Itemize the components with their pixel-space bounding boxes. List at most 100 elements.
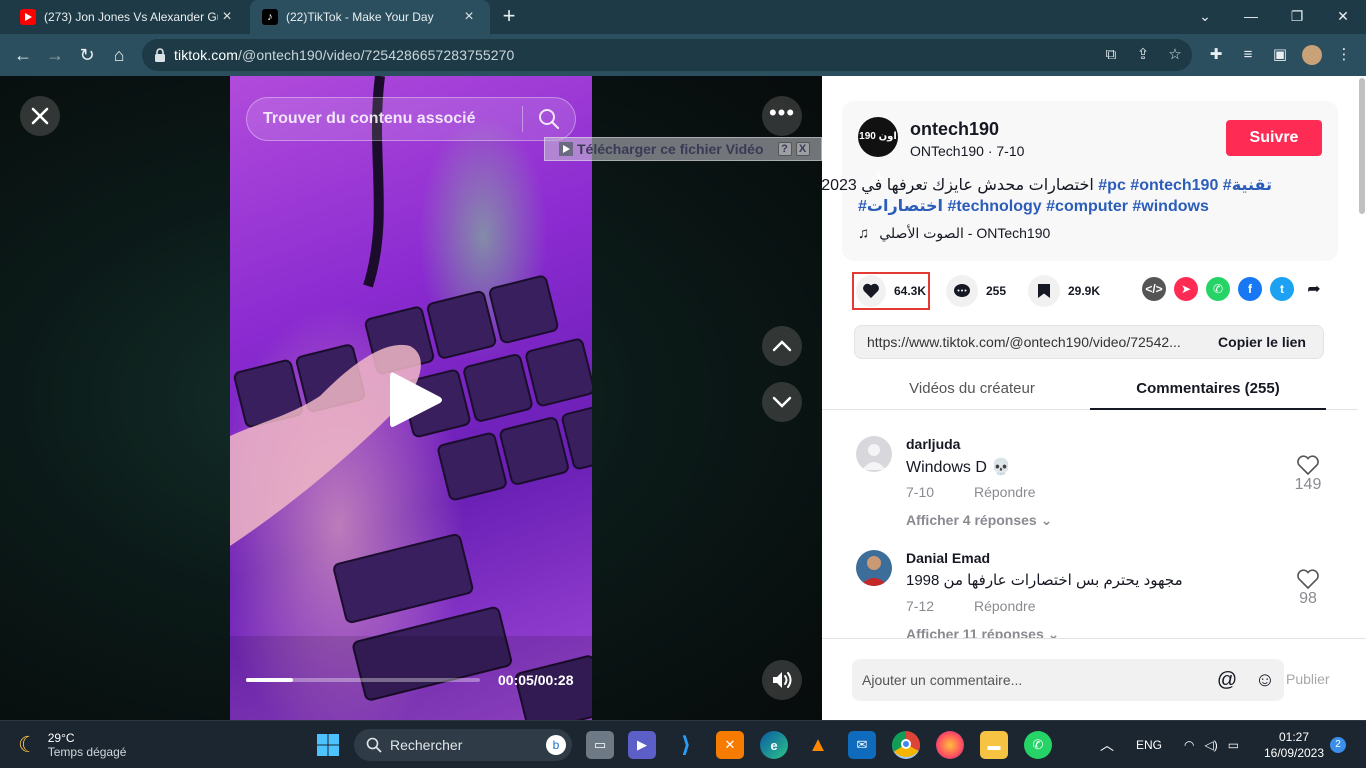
next-video-button[interactable] [762, 382, 802, 422]
vscode-icon[interactable]: ⟩ [672, 731, 700, 759]
menu-kebab-icon[interactable]: ⋮ [1334, 45, 1354, 65]
reload-button[interactable]: ↻ [74, 42, 100, 68]
profile-avatar[interactable] [1302, 45, 1322, 65]
task-view-icon[interactable]: ▭ [586, 731, 614, 759]
mention-icon[interactable]: @ [1208, 659, 1246, 701]
panel-tabs: Vidéos du créateur Commentaires (255) [822, 372, 1358, 410]
hashtag-link[interactable]: #computer [1046, 198, 1128, 215]
creator-avatar[interactable]: اون 190 تك [858, 117, 898, 182]
mail-icon[interactable]: ✉ [848, 731, 876, 759]
close-video-button[interactable] [20, 96, 60, 136]
hashtag-link[interactable]: #technology [947, 198, 1041, 215]
music-link[interactable]: ♫ الصوت الأصلي - ONTech190 [858, 225, 1050, 242]
youtube-icon [20, 9, 36, 25]
address-bar[interactable]: tiktok.com/@ontech190/video/725428665728… [142, 39, 1192, 71]
forward-button[interactable]: → [42, 42, 68, 68]
side-panel-icon[interactable]: ▣ [1270, 45, 1290, 65]
related-content-search[interactable]: Trouver du contenu associé [246, 97, 576, 141]
close-window-button[interactable]: ✕ [1328, 4, 1358, 28]
commenter-avatar[interactable] [856, 436, 892, 472]
play-icon[interactable] [388, 369, 444, 431]
edge-icon[interactable]: e [760, 731, 788, 759]
close-tab-icon[interactable]: × [460, 8, 478, 26]
facebook-icon[interactable]: f [1238, 277, 1262, 301]
more-options-icon[interactable]: ••• [762, 96, 802, 136]
browser-toolbar: ← → ↻ ⌂ tiktok.com/@ontech190/video/7254… [0, 34, 1366, 76]
like-button[interactable]: 64.3K [852, 272, 930, 310]
media-control-icon[interactable]: ≡ [1238, 45, 1258, 65]
open-in-app-icon[interactable]: ⧉ [1102, 46, 1120, 64]
hashtag-link[interactable]: #pc [1098, 177, 1126, 194]
heart-outline-icon[interactable] [1296, 454, 1320, 476]
video-progress-bar[interactable] [246, 678, 480, 682]
commenter-name[interactable]: darljuda [906, 436, 960, 452]
twitter-icon[interactable]: t [1270, 277, 1294, 301]
windows-start-icon[interactable] [316, 733, 340, 757]
copy-link-button[interactable]: Copier le lien [1201, 334, 1323, 350]
emoji-icon[interactable]: ☺ [1246, 659, 1284, 701]
tab-search-chevron-icon[interactable]: ⌄ [1190, 4, 1220, 28]
new-tab-button[interactable]: + [498, 5, 520, 28]
comment-button[interactable]: 255 [946, 272, 1006, 310]
download-video-bar[interactable]: Télécharger ce fichier Vidéo ? X [544, 137, 822, 161]
weather-desc: Temps dégagé [47, 745, 127, 759]
firefox-icon[interactable] [936, 731, 964, 759]
browser-tab-youtube[interactable]: (273) Jon Jones Vs Alexander Gus × [8, 0, 248, 34]
search-icon[interactable] [523, 97, 575, 141]
back-button[interactable]: ← [10, 42, 36, 68]
send-to-friends-icon[interactable]: ➤ [1174, 277, 1198, 301]
hashtag-link[interactable]: #اختصارات [858, 198, 943, 215]
previous-video-button[interactable] [762, 326, 802, 366]
commenter-name[interactable]: Danial Emad [906, 550, 990, 566]
browser-tab-tiktok[interactable]: ♪ (22)TikTok - Make Your Day × [250, 0, 490, 34]
comment-input[interactable]: Ajouter un commentaire... @ ☺ [852, 659, 1284, 701]
speaker-icon[interactable]: ◁) [1205, 738, 1218, 752]
teams-chat-icon[interactable]: ▶ [628, 731, 656, 759]
file-explorer-icon[interactable]: ▬ [980, 731, 1008, 759]
save-button[interactable]: 29.9K [1028, 272, 1100, 310]
taskbar-clock[interactable]: 01:27 16/09/2023 [1254, 729, 1334, 761]
video-time: 00:05/00:28 [498, 672, 574, 688]
wifi-icon[interactable]: ◠ [1184, 738, 1194, 752]
tab-comments[interactable]: Commentaires (255) [1090, 372, 1326, 410]
view-replies-button[interactable]: Afficher 4 réponses ⌄ [906, 512, 1052, 529]
reply-button[interactable]: Répondre [974, 598, 1036, 614]
panel-scrollbar[interactable] [1358, 76, 1366, 216]
share-arrow-icon[interactable]: ➦ [1302, 277, 1326, 301]
reply-button[interactable]: Répondre [974, 484, 1036, 500]
taskbar-search[interactable]: Rechercher b [354, 729, 572, 761]
home-button[interactable]: ⌂ [106, 42, 132, 68]
video-progress-fill [246, 678, 293, 682]
embed-icon[interactable]: </> [1142, 277, 1166, 301]
heart-outline-icon[interactable] [1296, 568, 1320, 590]
vlc-icon[interactable]: ▲ [804, 731, 832, 759]
hashtag-link[interactable]: #windows [1132, 198, 1208, 215]
creator-username[interactable]: ontech190 [910, 119, 999, 140]
bookmark-star-icon[interactable]: ☆ [1166, 46, 1184, 64]
chrome-icon[interactable] [892, 731, 920, 759]
volume-button[interactable] [762, 660, 802, 700]
extensions-icon[interactable]: ✚ [1206, 45, 1226, 65]
minimize-button[interactable]: — [1236, 4, 1266, 28]
weather-widget[interactable]: ☾ 29°C Temps dégagé [18, 731, 126, 759]
follow-button[interactable]: Suivre [1226, 120, 1322, 156]
help-icon[interactable]: ? [777, 142, 792, 156]
battery-icon[interactable]: ▭ [1228, 738, 1239, 752]
whatsapp-icon[interactable]: ✆ [1024, 731, 1052, 759]
xampp-icon[interactable]: ✕ [716, 731, 744, 759]
chevron-up-icon[interactable]: ︿ [1100, 735, 1114, 755]
close-tab-icon[interactable]: × [218, 8, 236, 26]
share-page-icon[interactable]: ⇪ [1134, 46, 1152, 64]
tiktok-icon: ♪ [262, 9, 278, 25]
hashtag-link[interactable]: #ontech190 [1130, 177, 1218, 194]
tab-creator-videos[interactable]: Vidéos du créateur [854, 372, 1090, 410]
publish-button[interactable]: Publier [1286, 671, 1330, 687]
restore-button[interactable]: ❐ [1282, 4, 1312, 28]
whatsapp-icon[interactable]: ✆ [1206, 277, 1230, 301]
commenter-avatar[interactable] [856, 550, 892, 586]
language-indicator[interactable]: ENG [1136, 738, 1162, 752]
hashtag-link[interactable]: #تقنية [1223, 177, 1272, 194]
comment-date: 7-12 [906, 598, 935, 614]
notification-badge[interactable]: 2 [1330, 737, 1346, 753]
close-icon[interactable]: X [795, 142, 810, 156]
